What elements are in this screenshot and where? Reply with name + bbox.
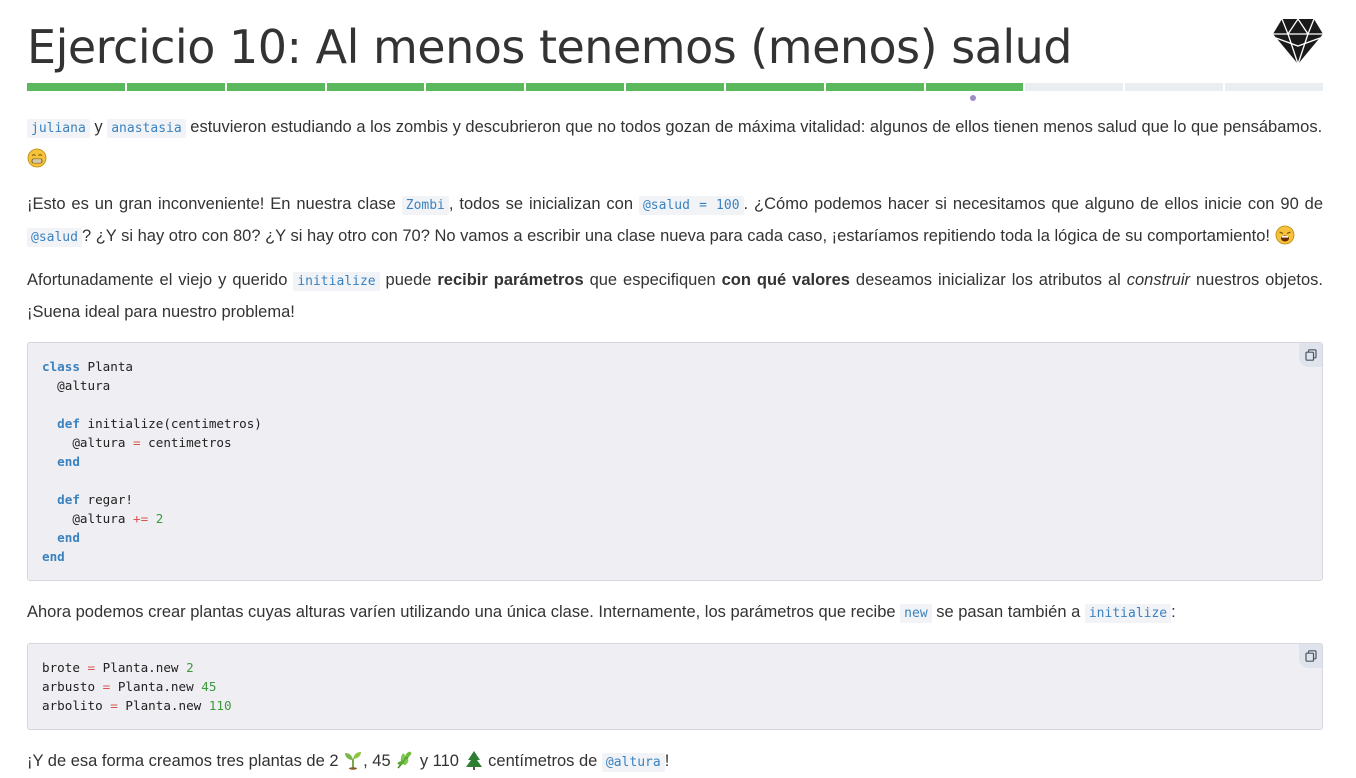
number: 2 xyxy=(155,511,164,526)
code-text: Planta.new xyxy=(95,660,187,675)
text: y 110 xyxy=(419,752,459,770)
operator: = xyxy=(110,698,118,713)
number: 45 xyxy=(201,679,217,694)
text: Ahora podemos crear plantas cuyas altura… xyxy=(27,603,896,621)
operator: = xyxy=(133,435,141,450)
code-text: @altura xyxy=(42,435,133,450)
progress-step-5[interactable] xyxy=(426,83,525,91)
progress-step-2[interactable] xyxy=(126,83,225,91)
text: ¡Esto es un gran inconveniente! En nuest… xyxy=(27,195,396,213)
code-text: regar! xyxy=(79,492,134,507)
page-title: Ejercicio 10: Al menos tenemos (menos) s… xyxy=(27,20,1072,74)
keyword: def xyxy=(57,492,80,507)
code-text: @altura xyxy=(42,511,133,526)
ruby-gem-icon xyxy=(1273,17,1323,66)
copy-code-button[interactable] xyxy=(1299,343,1322,367)
code-block-plant-instances: brote = Planta.new 2 arbusto = Planta.ne… xyxy=(27,643,1323,730)
copy-code-button[interactable] xyxy=(1299,644,1322,668)
inline-code: @salud = 100 xyxy=(638,196,744,215)
keyword: def xyxy=(57,416,80,431)
text: ? ¿Y si hay otro con 80? ¿Y si hay otro … xyxy=(81,227,1271,245)
inline-code: @salud xyxy=(27,228,82,247)
exercise-progress-bar xyxy=(27,83,1323,91)
code-content: brote = Planta.new 2 arbusto = Planta.ne… xyxy=(28,644,1322,729)
code-text: brote xyxy=(42,660,88,675)
text: . ¿Cómo podemos hacer si necesitamos que… xyxy=(743,195,1324,213)
progress-step-12[interactable] xyxy=(1125,83,1224,91)
progress-step-6[interactable] xyxy=(526,83,625,91)
keyword: end xyxy=(42,549,65,564)
italic-text: construir xyxy=(1126,271,1191,289)
text: Afortunadamente el viejo y querido xyxy=(27,271,288,289)
operator: = xyxy=(87,660,96,675)
inline-code: Zombi xyxy=(401,196,449,215)
code-text: initialize(centimetros) xyxy=(79,416,262,431)
evergreen-tree-icon xyxy=(465,751,482,770)
keyword: class xyxy=(42,359,80,374)
text: y xyxy=(94,118,103,136)
text: ! xyxy=(664,752,670,770)
progress-step-13[interactable] xyxy=(1225,83,1323,91)
seedling-icon xyxy=(345,752,362,770)
code-text: Planta.new xyxy=(110,679,202,694)
progress-step-3[interactable] xyxy=(226,83,325,91)
progress-step-8[interactable] xyxy=(725,83,824,91)
exercise-page: Ejercicio 10: Al menos tenemos (menos) s… xyxy=(0,0,1356,778)
progress-step-9[interactable] xyxy=(825,83,924,91)
progress-step-4[interactable] xyxy=(326,83,425,91)
text: puede xyxy=(385,271,432,289)
number: 110 xyxy=(208,698,232,713)
herb-icon xyxy=(397,751,412,769)
inline-code: initialize xyxy=(1084,604,1172,623)
code-text: arbolito xyxy=(42,698,111,713)
inline-code: new xyxy=(900,604,932,623)
text: , 45 xyxy=(363,752,391,770)
current-step-indicator xyxy=(970,95,976,101)
keyword: end xyxy=(57,530,80,545)
progress-step-10[interactable] xyxy=(925,83,1024,91)
code-text: arbusto xyxy=(42,679,103,694)
keyword: end xyxy=(57,454,80,469)
progress-step-1[interactable] xyxy=(27,83,125,91)
copy-icon xyxy=(1304,650,1317,662)
code-block-planta-class: class Planta @altura def initialize(cent… xyxy=(27,342,1323,581)
text: : xyxy=(1171,603,1176,621)
text: ¡Y de esa forma creamos tres plantas de … xyxy=(27,752,339,770)
code-text: centimetros xyxy=(140,435,232,450)
explanation-paragraph: Ahora podemos crear plantas cuyas altura… xyxy=(27,597,1323,629)
code-text: @altura xyxy=(42,378,111,393)
inline-code: anastasia xyxy=(107,119,186,138)
code-content: class Planta @altura def initialize(cent… xyxy=(28,343,1322,580)
text: , todos se inicializan con xyxy=(448,195,634,213)
operator: += xyxy=(133,511,149,526)
text: deseamos inicializar los atributos al xyxy=(855,271,1121,289)
intro-paragraph: juliana y anastasia estuvieron estudiand… xyxy=(27,112,1323,175)
progress-step-11[interactable] xyxy=(1025,83,1124,91)
weary-face-icon xyxy=(1275,225,1295,245)
progress-step-7[interactable] xyxy=(626,83,724,91)
code-text: Planta.new xyxy=(117,698,209,713)
inline-code: @altura xyxy=(601,753,665,772)
number: 2 xyxy=(186,660,194,675)
problem-paragraph: ¡Esto es un gran inconveniente! En nuest… xyxy=(27,189,1323,253)
solution-paragraph: Afortunadamente el viejo y querido initi… xyxy=(27,265,1323,328)
copy-icon xyxy=(1304,349,1317,361)
text: centímetros de xyxy=(488,752,598,770)
inline-code: juliana xyxy=(27,119,90,138)
code-text: Planta xyxy=(79,359,134,374)
bold-text: recibir parámetros xyxy=(437,271,584,289)
conclusion-paragraph: ¡Y de esa forma creamos tres plantas de … xyxy=(27,746,1323,778)
grimacing-face-icon xyxy=(27,148,47,168)
text: estuvieron estudiando a los zombis y des… xyxy=(190,118,1323,136)
inline-code: initialize xyxy=(293,272,380,291)
text: que especifiquen xyxy=(589,271,716,289)
text: se pasan también a xyxy=(936,603,1081,621)
bold-text: con qué valores xyxy=(721,271,850,289)
